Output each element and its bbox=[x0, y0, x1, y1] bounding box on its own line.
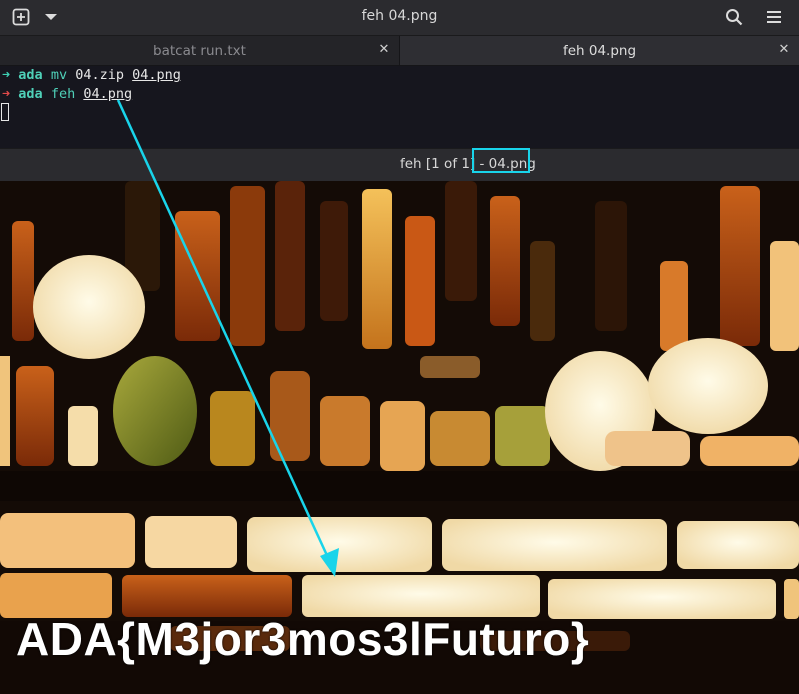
prompt-arrow-icon: ➜ bbox=[2, 67, 11, 83]
command-name: feh bbox=[50, 86, 76, 102]
terminal-line-2: ➜ ada feh 04.png bbox=[2, 85, 132, 104]
command-arg-path: 04.png bbox=[83, 86, 133, 102]
flag-text: ADA{M3jor3mos3lFuturo} bbox=[16, 613, 590, 665]
search-icon[interactable] bbox=[723, 6, 745, 28]
tab-label: feh 04.png bbox=[562, 42, 637, 59]
prompt-user: ada bbox=[18, 67, 43, 83]
prompt-arrow-icon: ➜ bbox=[2, 86, 11, 102]
tab-feh-04[interactable]: feh 04.png ✕ bbox=[400, 36, 799, 65]
close-icon[interactable]: ✕ bbox=[777, 43, 791, 57]
command-arg-path: 04.png bbox=[132, 67, 181, 83]
filename-highlight-box bbox=[472, 148, 530, 173]
header-right-controls bbox=[723, 6, 785, 28]
close-icon[interactable]: ✕ bbox=[377, 43, 391, 57]
command-arg: 04.zip bbox=[75, 67, 124, 83]
terminal-line-1: ➜ ada mv 04.zip 04.png bbox=[2, 66, 181, 85]
tab-bar: batcat run.txt ✕ feh 04.png ✕ bbox=[0, 36, 799, 66]
feh-title-bar: feh [1 of 1] - 04.png bbox=[0, 148, 799, 181]
terminal-cursor bbox=[1, 103, 9, 121]
tab-label: batcat run.txt bbox=[153, 42, 246, 59]
command-name: mv bbox=[50, 67, 68, 83]
window-title: feh 04.png bbox=[361, 8, 438, 24]
header-bar: feh 04.png bbox=[0, 0, 799, 36]
prompt-user: ada bbox=[18, 86, 43, 102]
menu-icon[interactable] bbox=[763, 6, 785, 28]
terminal-output[interactable]: ➜ ada mv 04.zip 04.png ➜ ada feh 04.png bbox=[0, 66, 799, 148]
tab-batcat-run[interactable]: batcat run.txt ✕ bbox=[0, 36, 400, 65]
